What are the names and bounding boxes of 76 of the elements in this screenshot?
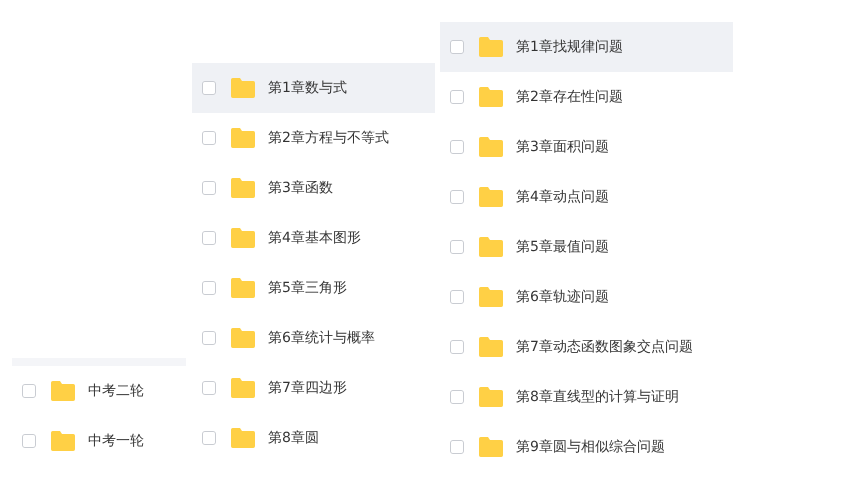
folder-name: 第8章直线型的计算与证明 bbox=[516, 388, 679, 406]
folder-icon bbox=[478, 137, 504, 157]
folder-row[interactable]: 第9章圆与相似综合问题 bbox=[440, 422, 733, 472]
folder-name: 第2章存在性问题 bbox=[516, 88, 623, 106]
folder-row[interactable]: 第2章存在性问题 bbox=[440, 72, 733, 122]
folder-name: 第4章动点问题 bbox=[516, 188, 609, 206]
checkbox[interactable] bbox=[450, 440, 464, 454]
checkbox[interactable] bbox=[202, 231, 216, 245]
checkbox[interactable] bbox=[450, 40, 464, 54]
folder-icon bbox=[50, 431, 76, 451]
checkbox[interactable] bbox=[202, 431, 216, 445]
checkbox[interactable] bbox=[202, 381, 216, 395]
folder-icon bbox=[478, 87, 504, 107]
folder-icon bbox=[230, 78, 256, 98]
checkbox[interactable] bbox=[450, 90, 464, 104]
folder-row[interactable]: 第5章最值问题 bbox=[440, 222, 733, 272]
folder-row[interactable]: 第1章找规律问题 bbox=[440, 22, 733, 72]
folder-name: 第7章四边形 bbox=[268, 379, 347, 397]
checkbox[interactable] bbox=[450, 290, 464, 304]
folder-icon bbox=[230, 228, 256, 248]
folder-icon bbox=[230, 128, 256, 148]
folder-row[interactable]: 第4章动点问题 bbox=[440, 172, 733, 222]
folder-icon bbox=[50, 381, 76, 401]
folder-row[interactable]: 第1章数与式 bbox=[192, 63, 435, 113]
folder-name: 第5章最值问题 bbox=[516, 238, 609, 256]
folder-row[interactable]: 第8章圆 bbox=[192, 413, 435, 463]
checkbox[interactable] bbox=[450, 390, 464, 404]
folder-row[interactable]: 中考一轮 bbox=[12, 416, 186, 466]
checkbox[interactable] bbox=[22, 384, 36, 398]
folder-row[interactable]: 中考二轮 bbox=[12, 366, 186, 416]
folder-name: 第2章方程与不等式 bbox=[268, 129, 389, 147]
checkbox[interactable] bbox=[202, 81, 216, 95]
checkbox[interactable] bbox=[202, 281, 216, 295]
folder-row[interactable]: 第4章基本图形 bbox=[192, 213, 435, 263]
folder-icon bbox=[230, 428, 256, 448]
folder-name: 第5章三角形 bbox=[268, 279, 347, 297]
folder-row[interactable]: 第6章轨迹问题 bbox=[440, 272, 733, 322]
folder-row[interactable]: 第3章函数 bbox=[192, 163, 435, 213]
folder-name: 中考一轮 bbox=[88, 432, 144, 450]
folder-icon bbox=[230, 328, 256, 348]
folder-name: 第3章面积问题 bbox=[516, 138, 609, 156]
folder-row[interactable]: 第3章面积问题 bbox=[440, 122, 733, 172]
folder-name: 第7章动态函数图象交点问题 bbox=[516, 338, 693, 356]
checkbox[interactable] bbox=[22, 434, 36, 448]
folder-icon bbox=[230, 278, 256, 298]
folder-icon bbox=[478, 287, 504, 307]
folder-name: 第4章基本图形 bbox=[268, 229, 361, 247]
folder-icon bbox=[478, 237, 504, 257]
checkbox[interactable] bbox=[202, 181, 216, 195]
checkbox[interactable] bbox=[450, 140, 464, 154]
folder-icon bbox=[230, 178, 256, 198]
folder-name: 中考二轮 bbox=[88, 382, 144, 400]
folder-row[interactable]: 第7章四边形 bbox=[192, 363, 435, 413]
folder-row[interactable]: 第6章统计与概率 bbox=[192, 313, 435, 363]
folder-icon bbox=[478, 187, 504, 207]
folder-name: 第1章数与式 bbox=[268, 79, 347, 97]
checkbox[interactable] bbox=[450, 190, 464, 204]
folder-row[interactable]: 第2章方程与不等式 bbox=[192, 113, 435, 163]
folder-row[interactable]: 第5章三角形 bbox=[192, 263, 435, 313]
folder-name: 第6章统计与概率 bbox=[268, 329, 375, 347]
folder-icon bbox=[478, 37, 504, 57]
folder-name: 第9章圆与相似综合问题 bbox=[516, 438, 665, 456]
folder-icon bbox=[478, 437, 504, 457]
checkbox[interactable] bbox=[450, 340, 464, 354]
checkbox[interactable] bbox=[450, 240, 464, 254]
checkbox[interactable] bbox=[202, 131, 216, 145]
folder-name: 第8章圆 bbox=[268, 429, 319, 447]
folder-icon bbox=[478, 337, 504, 357]
folder-name: 第1章找规律问题 bbox=[516, 38, 623, 56]
folder-name: 第3章函数 bbox=[268, 179, 333, 197]
checkbox[interactable] bbox=[202, 331, 216, 345]
folder-row[interactable]: 第8章直线型的计算与证明 bbox=[440, 372, 733, 422]
folder-icon bbox=[230, 378, 256, 398]
folder-row[interactable]: 第7章动态函数图象交点问题 bbox=[440, 322, 733, 372]
folder-name: 第6章轨迹问题 bbox=[516, 288, 609, 306]
folder-icon bbox=[478, 387, 504, 407]
